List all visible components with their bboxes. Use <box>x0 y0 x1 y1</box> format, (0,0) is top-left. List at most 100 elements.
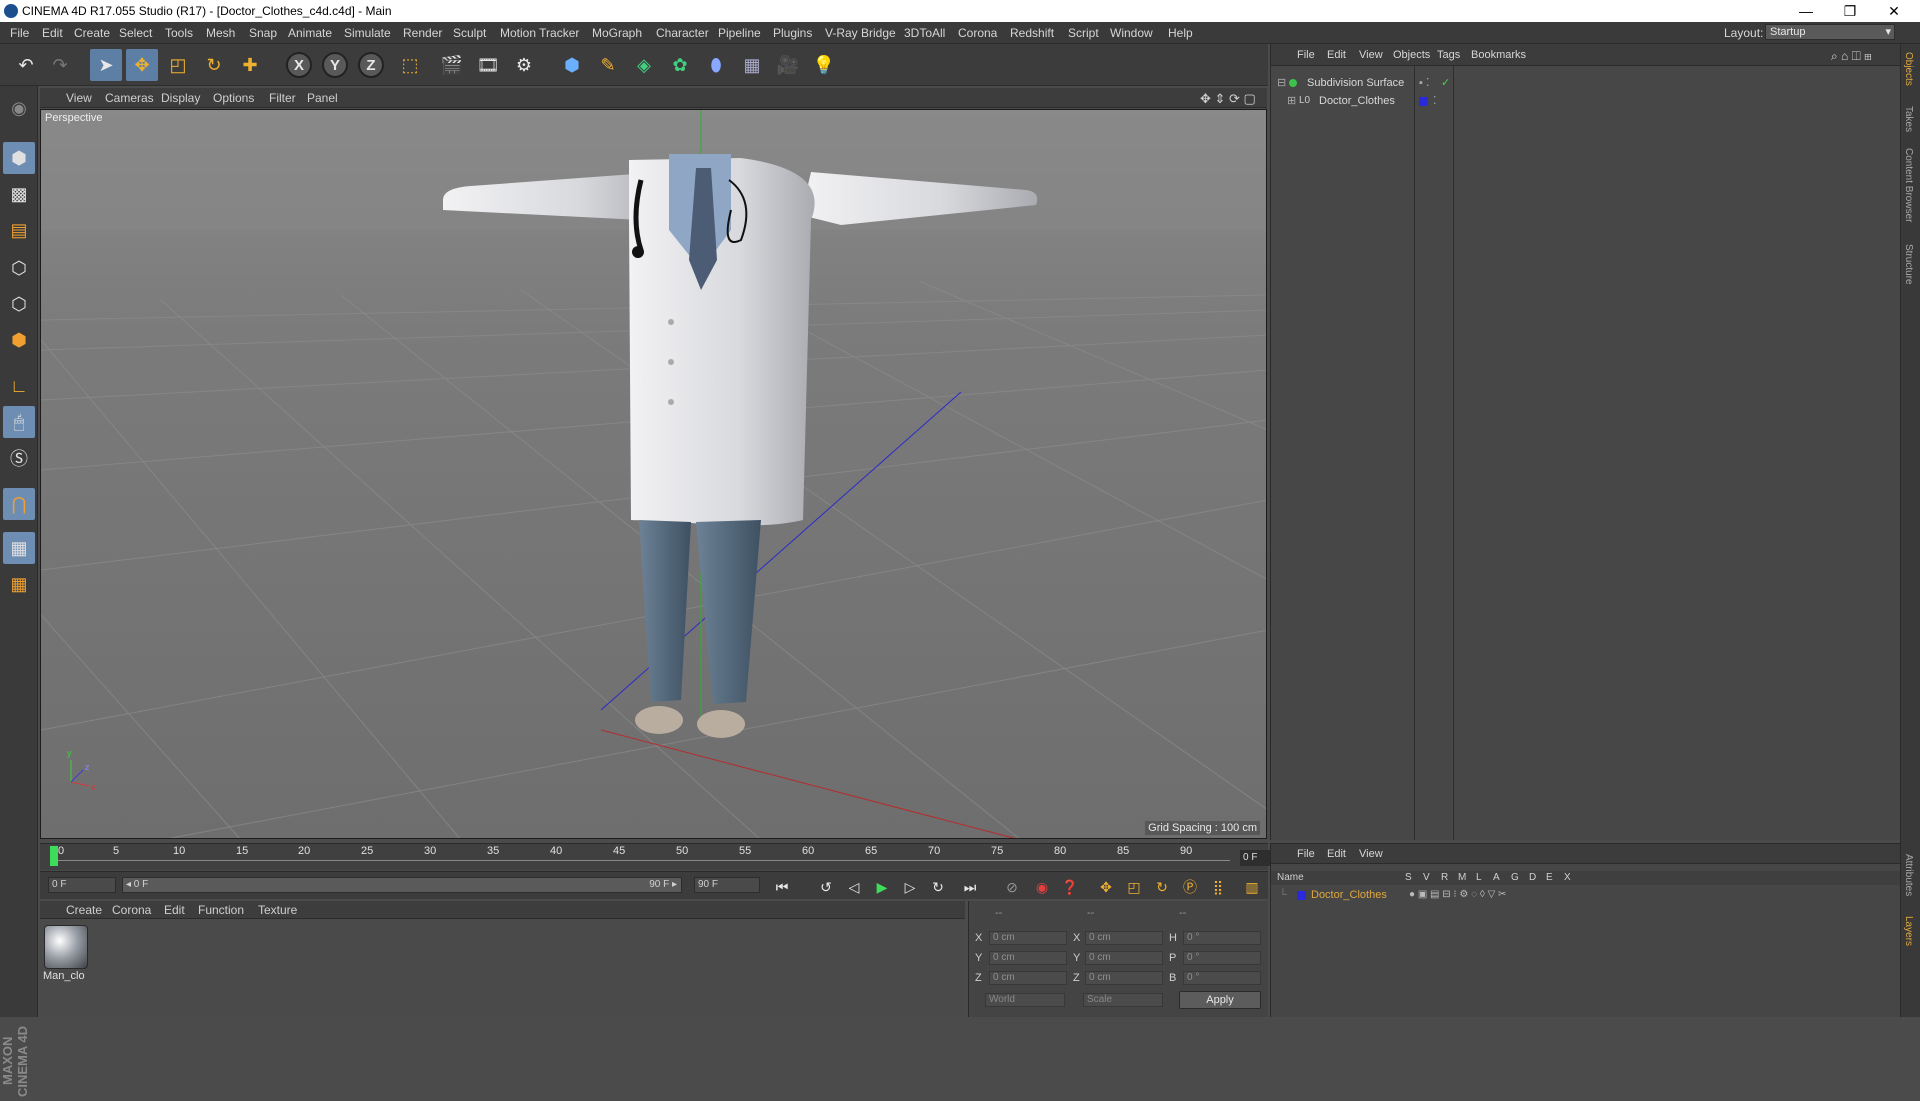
menu-character[interactable]: Character <box>656 26 709 40</box>
apply-button[interactable]: Apply <box>1179 991 1261 1009</box>
size-mode-select[interactable]: Scale <box>1083 993 1163 1007</box>
layer-flag-l[interactable]: L <box>1476 872 1482 883</box>
autokey-icon[interactable]: ◉ <box>1030 876 1054 898</box>
object-visibility-icon[interactable]: ▪ ⁚ <box>1419 74 1429 92</box>
mat-menu-function[interactable]: Function <box>198 903 244 917</box>
material-name[interactable]: Man_clo <box>43 970 85 982</box>
tab-structure[interactable]: Structure <box>1903 244 1914 285</box>
menu-3dtoall[interactable]: 3DToAll <box>904 26 945 40</box>
tab-content-browser[interactable]: Content Browser <box>1903 148 1914 222</box>
vp-menu-cameras[interactable]: Cameras <box>105 91 154 105</box>
menu-edit[interactable]: Edit <box>42 26 63 40</box>
tweak-mode-icon[interactable]: 🖱 <box>3 406 35 438</box>
size-z-field[interactable]: 0 cm <box>1085 971 1163 985</box>
position-x-field[interactable]: 0 cm <box>989 931 1067 945</box>
position-y-field[interactable]: 0 cm <box>989 951 1067 965</box>
redo-icon[interactable]: ↷ <box>44 49 76 81</box>
play-icon[interactable]: ▶ <box>870 876 894 898</box>
vp-menu-options[interactable]: Options <box>213 91 254 105</box>
coordinate-system-icon[interactable]: ⬚ <box>394 49 426 81</box>
vp-menu-filter[interactable]: Filter <box>269 91 296 105</box>
layout-select[interactable]: Startup ▾ <box>1765 24 1895 40</box>
om-menu-tags[interactable]: Tags <box>1437 49 1460 61</box>
start-frame-field[interactable]: 0 F <box>48 877 116 893</box>
menu-simulate[interactable]: Simulate <box>344 26 391 40</box>
object-name[interactable]: Subdivision Surface <box>1307 74 1404 92</box>
vp-menu-display[interactable]: Display <box>161 91 200 105</box>
end-frame-field[interactable]: 90 F <box>694 877 760 893</box>
om-search-icon[interactable]: ⌕ ⌂ ◫ ⊞ <box>1831 49 1872 64</box>
layer-flag-r[interactable]: R <box>1441 872 1448 883</box>
menu-tools[interactable]: Tools <box>165 26 193 40</box>
key-position-icon[interactable]: ✥ <box>1094 876 1118 898</box>
layer-flag-x[interactable]: X <box>1564 872 1571 883</box>
size-x-field[interactable]: 0 cm <box>1085 931 1163 945</box>
om-menu-bookmarks[interactable]: Bookmarks <box>1471 49 1526 61</box>
key-scale-icon[interactable]: ◰ <box>1122 876 1146 898</box>
lm-menu-view[interactable]: View <box>1359 848 1383 860</box>
layer-flag-m[interactable]: M <box>1458 872 1466 883</box>
layer-flag-s[interactable]: S <box>1405 872 1412 883</box>
record-keys-icon[interactable]: ⊘ <box>1000 876 1024 898</box>
om-menu-objects[interactable]: Objects <box>1393 49 1430 61</box>
minimize-button[interactable]: — <box>1784 0 1828 22</box>
layer-flag-a[interactable]: A <box>1493 872 1500 883</box>
om-menu-edit[interactable]: Edit <box>1327 49 1346 61</box>
select-arrow-icon[interactable]: ➤ <box>90 49 122 81</box>
subdivision-nurbs-icon[interactable]: ◈ <box>628 49 660 81</box>
render-settings-icon[interactable]: ⚙ <box>508 49 540 81</box>
previous-key-icon[interactable]: ↺ <box>814 876 838 898</box>
rotate-icon[interactable]: ↻ <box>198 49 230 81</box>
tab-takes[interactable]: Takes <box>1903 106 1914 132</box>
vp-navigation-icons[interactable]: ✥ ⇕ ⟳ ▢ <box>1200 91 1256 107</box>
menu-sculpt[interactable]: Sculpt <box>453 26 486 40</box>
texture-mode-icon[interactable]: ▩ <box>3 178 35 210</box>
expand-icon[interactable]: ⊞ <box>1287 92 1296 110</box>
layer-flag-v[interactable]: V <box>1423 872 1430 883</box>
key-rotation-icon[interactable]: ↻ <box>1150 876 1174 898</box>
menu-redshift[interactable]: Redshift <box>1010 26 1054 40</box>
tab-objects[interactable]: Objects <box>1903 52 1914 86</box>
menu-mograph[interactable]: MoGraph <box>592 26 642 40</box>
om-menu-view[interactable]: View <box>1359 49 1383 61</box>
keyframe-selection-icon[interactable]: ❓ <box>1058 876 1082 898</box>
lm-menu-file[interactable]: File <box>1297 848 1315 860</box>
deformer-icon[interactable]: ⬮ <box>700 49 732 81</box>
mat-menu-corona[interactable]: Corona <box>112 903 151 917</box>
menu-motion-tracker[interactable]: Motion Tracker <box>500 26 579 40</box>
object-visibility-icon[interactable]: ⁚ <box>1433 92 1437 110</box>
material-swatch[interactable] <box>44 925 88 969</box>
close-button[interactable]: ✕ <box>1872 0 1916 22</box>
rotation-h-field[interactable]: 0 ° <box>1183 931 1261 945</box>
floor-icon[interactable]: ▦ <box>736 49 768 81</box>
object-row[interactable]: ⊟ Subdivision Surface ▪ ⁚ ✓ <box>1271 74 1901 92</box>
next-frame-icon[interactable]: ▷ <box>898 876 922 898</box>
menu-pipeline[interactable]: Pipeline <box>718 26 761 40</box>
cube-primitive-icon[interactable]: ⬢ <box>556 49 588 81</box>
menu-select[interactable]: Select <box>119 26 152 40</box>
render-picture-viewer-icon[interactable]: 🎞 <box>472 49 504 81</box>
position-z-field[interactable]: 0 cm <box>989 971 1067 985</box>
collapse-icon[interactable]: ⊟ <box>1277 74 1286 92</box>
points-mode-icon[interactable]: ⬡ <box>3 252 35 284</box>
previous-frame-icon[interactable]: ◁ <box>842 876 866 898</box>
move-icon[interactable]: ✥ <box>126 49 158 81</box>
tab-layers[interactable]: Layers <box>1903 916 1914 946</box>
mat-menu-texture[interactable]: Texture <box>258 903 297 917</box>
rotation-b-field[interactable]: 0 ° <box>1183 971 1261 985</box>
layer-row[interactable]: └ Doctor_Clothes ● ▣ ▤ ⊟ ⁝ ⚙ ◌ ◊ ▽ ✂ <box>1271 886 1901 904</box>
planar-workplane-icon[interactable]: ▦ <box>3 568 35 600</box>
vp-menu-view[interactable]: View <box>66 91 92 105</box>
y-axis-lock[interactable]: Y <box>322 52 348 78</box>
om-menu-file[interactable]: File <box>1297 49 1315 61</box>
rotation-p-field[interactable]: 0 ° <box>1183 951 1261 965</box>
menu-snap[interactable]: Snap <box>249 26 277 40</box>
menu-plugins[interactable]: Plugins <box>773 26 812 40</box>
model-mode-icon[interactable]: ⬢ <box>3 142 35 174</box>
workplane-lock-icon[interactable]: ▦ <box>3 532 35 564</box>
timeline-window-icon[interactable]: ▥ <box>1240 876 1264 898</box>
vp-menu-panel[interactable]: Panel <box>307 91 338 105</box>
pen-spline-icon[interactable]: ✎ <box>592 49 624 81</box>
z-axis-lock[interactable]: Z <box>358 52 384 78</box>
object-enabled-check-icon[interactable]: ✓ <box>1441 74 1450 92</box>
